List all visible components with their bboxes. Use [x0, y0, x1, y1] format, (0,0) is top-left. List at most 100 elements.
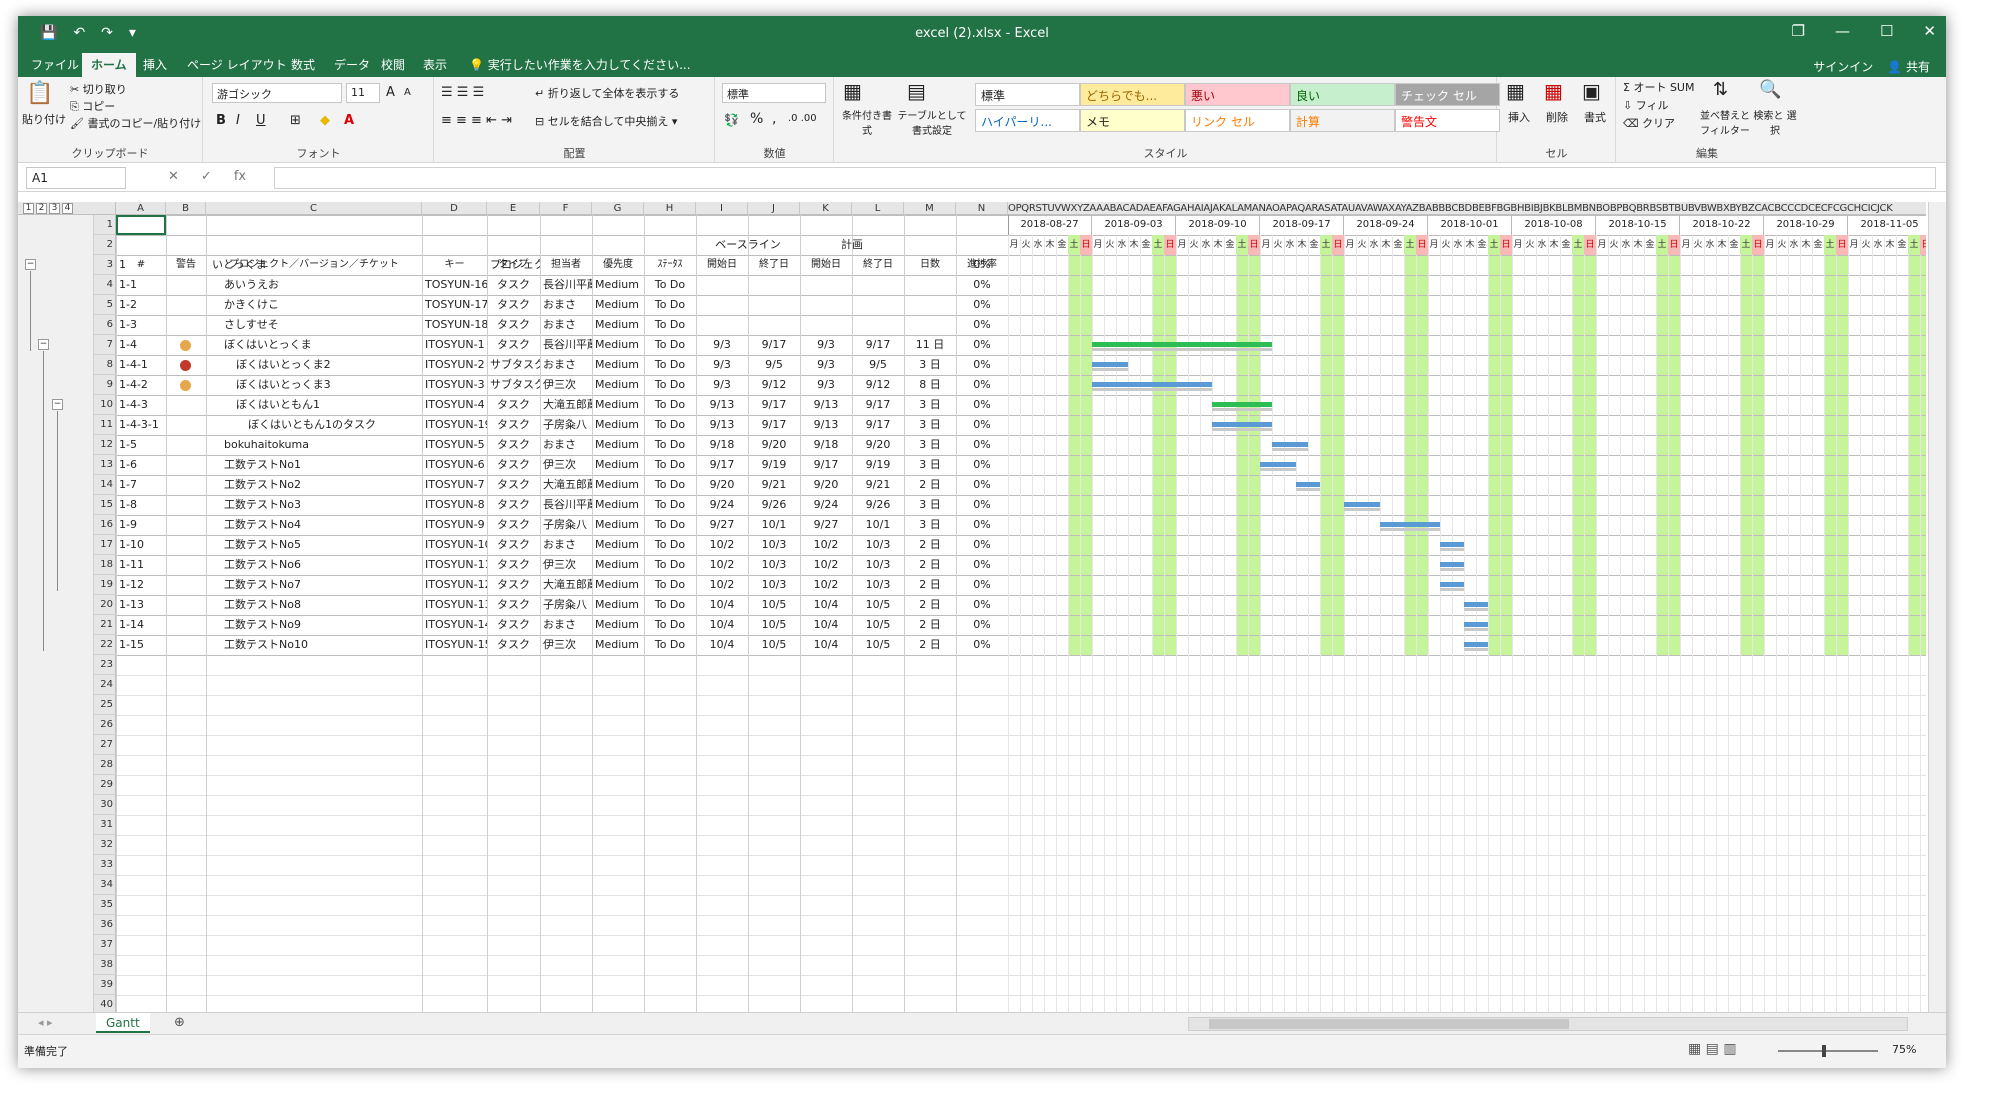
- cell-M-21[interactable]: 2 日: [904, 615, 956, 635]
- row-header-1[interactable]: 1: [94, 215, 116, 235]
- cell-N-16[interactable]: 0%: [956, 515, 1008, 535]
- cell-E-9[interactable]: サブタスク: [487, 375, 540, 395]
- cell-J-18[interactable]: 10/3: [748, 555, 800, 575]
- row-header-38[interactable]: 38: [94, 955, 116, 975]
- row-header-5[interactable]: 5: [94, 295, 116, 315]
- cell-G-15[interactable]: Medium: [592, 495, 644, 515]
- cell-L-21[interactable]: 10/5: [852, 615, 904, 635]
- cell-M-3[interactable]: [904, 255, 956, 275]
- cell-A-7[interactable]: 1-4: [116, 335, 166, 355]
- tab-data[interactable]: データ: [325, 53, 379, 77]
- cell-A-5[interactable]: 1-2: [116, 295, 166, 315]
- cell-J-11[interactable]: 9/17: [748, 415, 800, 435]
- outline-level-2[interactable]: 2: [36, 203, 47, 214]
- cell-G-5[interactable]: Medium: [592, 295, 644, 315]
- cell-H-12[interactable]: To Do: [644, 435, 696, 455]
- cell-A-20[interactable]: 1-13: [116, 595, 166, 615]
- zoom-slider[interactable]: [1778, 1045, 1878, 1057]
- cell-J-12[interactable]: 9/20: [748, 435, 800, 455]
- cell-K-13[interactable]: 9/17: [800, 455, 852, 475]
- cell-C-4[interactable]: あいうえお: [206, 275, 422, 295]
- cell-H-5[interactable]: To Do: [644, 295, 696, 315]
- cell-K-3[interactable]: [800, 255, 852, 275]
- cell-M-16[interactable]: 3 日: [904, 515, 956, 535]
- clear-button[interactable]: ⌫ クリア: [1623, 115, 1675, 131]
- cell-A-16[interactable]: 1-9: [116, 515, 166, 535]
- shrink-font-button[interactable]: A: [404, 87, 411, 98]
- outline-collapse-1[interactable]: −: [38, 339, 49, 350]
- tab-view[interactable]: 表示: [414, 53, 456, 77]
- cell-F-21[interactable]: おまさ: [540, 615, 592, 635]
- cell-H-4[interactable]: To Do: [644, 275, 696, 295]
- cell-M-15[interactable]: 3 日: [904, 495, 956, 515]
- cell-H-20[interactable]: To Do: [644, 595, 696, 615]
- delete-cells-icon[interactable]: ▦: [1544, 79, 1563, 103]
- cell-N-11[interactable]: 0%: [956, 415, 1008, 435]
- col-header-A[interactable]: A: [116, 202, 166, 215]
- cell-H-22[interactable]: To Do: [644, 635, 696, 655]
- cell-A-15[interactable]: 1-8: [116, 495, 166, 515]
- row-header-37[interactable]: 37: [94, 935, 116, 955]
- cell-M-4[interactable]: [904, 275, 956, 295]
- cell-C-13[interactable]: 工数テストNo1: [206, 455, 422, 475]
- cell-F-14[interactable]: 大滝五郎蔵: [540, 475, 592, 495]
- row-header-35[interactable]: 35: [94, 895, 116, 915]
- cell-C-7[interactable]: ぼくはいとっくま: [206, 335, 422, 355]
- cell-L-16[interactable]: 10/1: [852, 515, 904, 535]
- outline-collapse-2[interactable]: −: [52, 399, 63, 410]
- cut-button[interactable]: ✂ 切り取り: [70, 81, 127, 97]
- col-header-E[interactable]: E: [487, 202, 540, 215]
- tell-me-box[interactable]: 💡 実行したい作業を入力してください...: [460, 53, 700, 77]
- cell-style-8[interactable]: 計算: [1290, 109, 1395, 132]
- cell-N-18[interactable]: 0%: [956, 555, 1008, 575]
- tab-scroll-icon[interactable]: ◂ ▸: [38, 1016, 53, 1029]
- insert-function-icon[interactable]: fx: [234, 169, 246, 184]
- cell-K-22[interactable]: 10/4: [800, 635, 852, 655]
- cell-L-4[interactable]: [852, 275, 904, 295]
- cell-D-4[interactable]: TOSYUN-16: [422, 275, 487, 295]
- cell-C-10[interactable]: ぼくはいともん1: [206, 395, 422, 415]
- cell-A-8[interactable]: 1-4-1: [116, 355, 166, 375]
- cell-D-10[interactable]: ITOSYUN-4: [422, 395, 487, 415]
- cell-N-20[interactable]: 0%: [956, 595, 1008, 615]
- format-as-table-button[interactable]: テーブルとして書式設定: [897, 107, 967, 137]
- row-header-11[interactable]: 11: [94, 415, 116, 435]
- fill-color-icon[interactable]: ◆: [320, 113, 330, 128]
- cell-G-4[interactable]: Medium: [592, 275, 644, 295]
- cell-D-13[interactable]: ITOSYUN-6: [422, 455, 487, 475]
- row-header-27[interactable]: 27: [94, 735, 116, 755]
- cell-D-12[interactable]: ITOSYUN-5: [422, 435, 487, 455]
- col-header-H[interactable]: H: [644, 202, 696, 215]
- cell-A-4[interactable]: 1-1: [116, 275, 166, 295]
- cell-K-5[interactable]: [800, 295, 852, 315]
- cell-C-8[interactable]: ぼくはいとっくま2: [206, 355, 422, 375]
- cell-E-11[interactable]: タスク: [487, 415, 540, 435]
- autosum-button[interactable]: Σ オート SUM: [1623, 79, 1694, 95]
- row-header-2[interactable]: 2: [94, 235, 116, 255]
- cell-C-12[interactable]: bokuhaitokuma: [206, 435, 422, 455]
- delete-cells-button[interactable]: 削除: [1546, 109, 1568, 125]
- row-header-24[interactable]: 24: [94, 675, 116, 695]
- row-header-39[interactable]: 39: [94, 975, 116, 995]
- cell-G-14[interactable]: Medium: [592, 475, 644, 495]
- col-header-I[interactable]: I: [696, 202, 748, 215]
- col-header-K[interactable]: K: [800, 202, 852, 215]
- tab-home[interactable]: ホーム: [82, 53, 136, 77]
- cell-G-19[interactable]: Medium: [592, 575, 644, 595]
- cell-N-10[interactable]: 0%: [956, 395, 1008, 415]
- cell-style-4[interactable]: チェック セル: [1395, 83, 1500, 106]
- cell-I-16[interactable]: 9/27: [696, 515, 748, 535]
- cell-I-14[interactable]: 9/20: [696, 475, 748, 495]
- col-header-N[interactable]: N: [956, 202, 1008, 215]
- row-header-4[interactable]: 4: [94, 275, 116, 295]
- row-header-7[interactable]: 7: [94, 335, 116, 355]
- cell-D-14[interactable]: ITOSYUN-7: [422, 475, 487, 495]
- cell-G-10[interactable]: Medium: [592, 395, 644, 415]
- cell-A-18[interactable]: 1-11: [116, 555, 166, 575]
- cell-M-19[interactable]: 2 日: [904, 575, 956, 595]
- tab-insert[interactable]: 挿入: [134, 53, 176, 77]
- cell-E-12[interactable]: タスク: [487, 435, 540, 455]
- cell-E-6[interactable]: タスク: [487, 315, 540, 335]
- cell-M-8[interactable]: 3 日: [904, 355, 956, 375]
- row-header-36[interactable]: 36: [94, 915, 116, 935]
